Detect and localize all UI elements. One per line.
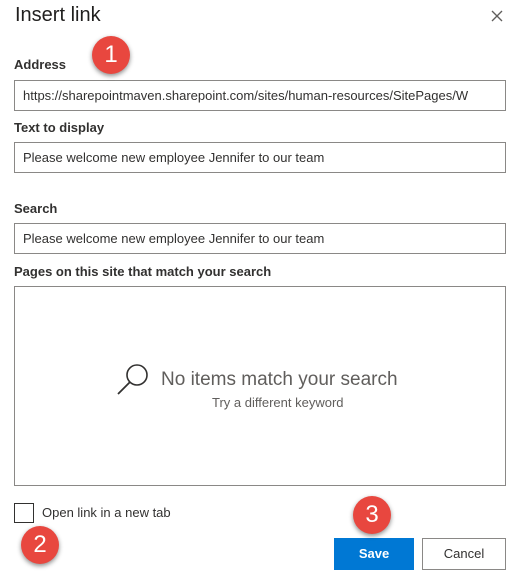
cancel-button[interactable]: Cancel (422, 538, 506, 570)
address-input[interactable]: https://sharepointmaven.sharepoint.com/s… (14, 80, 506, 111)
search-icon (117, 364, 148, 395)
empty-state-subtitle: Try a different keyword (212, 395, 344, 410)
annotation-badge-1: 1 (92, 36, 130, 74)
empty-state: No items match your search (115, 362, 398, 398)
search-label: Search (14, 201, 58, 216)
annotation-badge-3: 3 (353, 496, 391, 534)
new-tab-checkbox[interactable] (14, 503, 34, 523)
new-tab-label[interactable]: Open link in a new tab (42, 505, 171, 520)
empty-state-title: No items match your search (161, 369, 398, 390)
search-input[interactable]: Please welcome new employee Jennifer to … (14, 223, 506, 254)
close-button[interactable] (487, 6, 507, 26)
dialog-title: Insert link (15, 4, 101, 26)
results-label: Pages on this site that match your searc… (14, 264, 272, 279)
close-icon (491, 10, 503, 22)
annotation-badge-2: 2 (21, 526, 59, 564)
save-button[interactable]: Save (334, 538, 414, 570)
text-to-display-label: Text to display (14, 120, 105, 135)
text-to-display-input[interactable]: Please welcome new employee Jennifer to … (14, 142, 506, 173)
address-label: Address (14, 57, 67, 72)
